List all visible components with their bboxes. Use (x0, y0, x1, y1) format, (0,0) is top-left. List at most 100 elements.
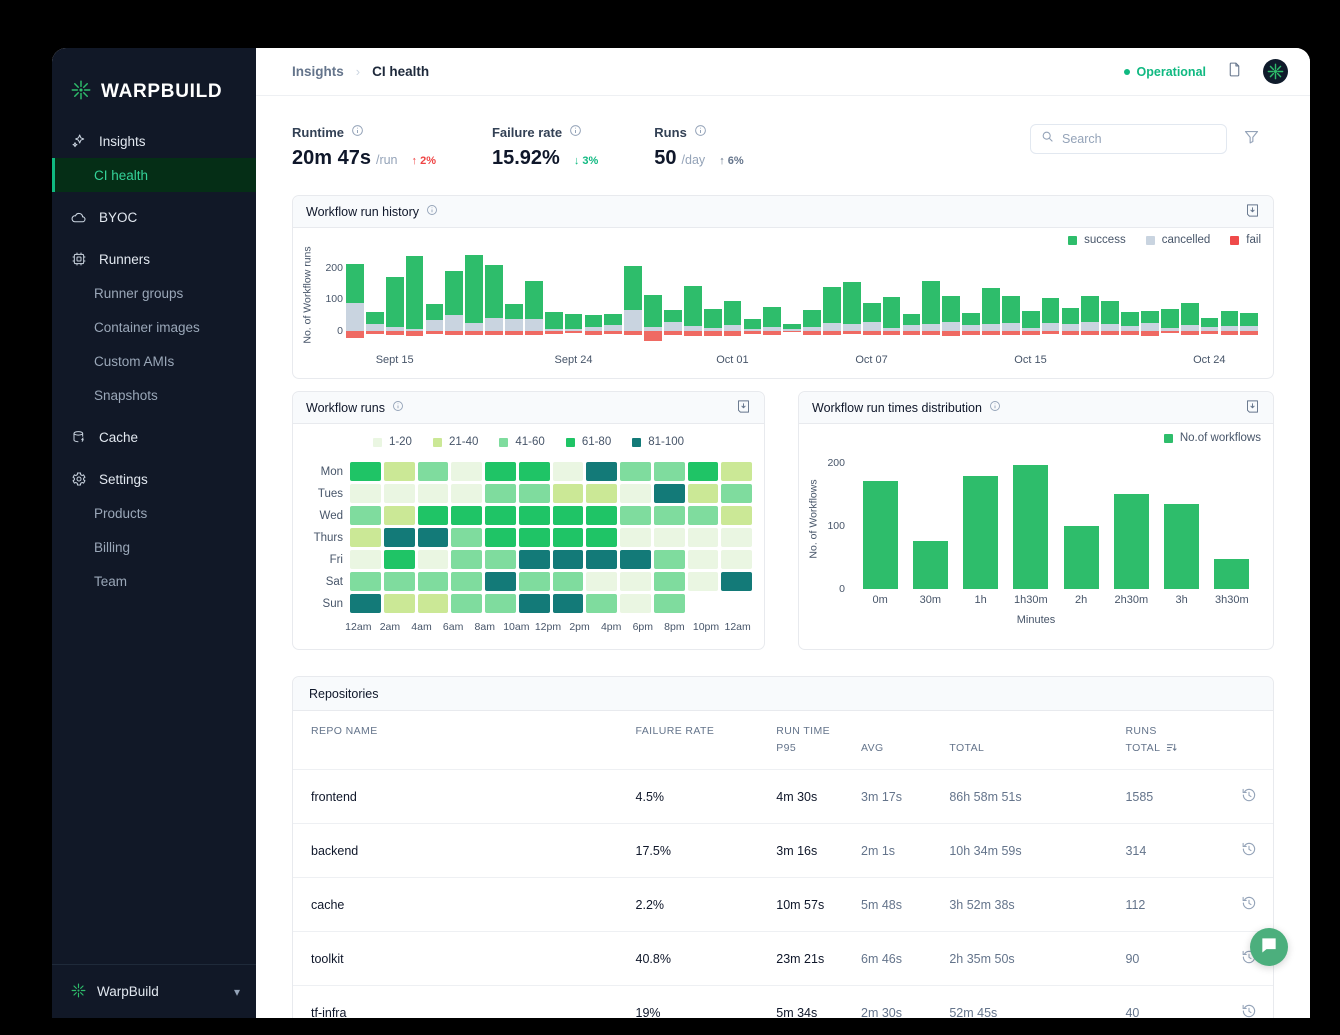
sidebar-item-team[interactable]: Team (52, 564, 256, 598)
history-bar[interactable] (643, 252, 663, 350)
history-bar[interactable] (743, 252, 763, 350)
heatmap-cell[interactable] (519, 550, 550, 569)
heatmap-cell[interactable] (384, 572, 415, 591)
history-bar[interactable] (1160, 252, 1180, 350)
info-icon[interactable] (426, 204, 438, 219)
heatmap-cell[interactable] (721, 572, 752, 591)
info-icon[interactable] (694, 124, 707, 140)
distribution-bar-column[interactable] (956, 454, 1006, 589)
sidebar-item-runner-groups[interactable]: Runner groups (52, 276, 256, 310)
info-icon[interactable] (351, 124, 364, 140)
heatmap-cell[interactable] (451, 572, 482, 591)
heatmap-cell[interactable] (586, 550, 617, 569)
filter-icon[interactable] (1243, 128, 1260, 150)
heatmap-cell[interactable] (418, 528, 449, 547)
heatmap-cell[interactable] (654, 594, 685, 613)
history-bar[interactable] (584, 252, 604, 350)
heatmap-cell[interactable] (451, 462, 482, 481)
history-bar[interactable] (1041, 252, 1061, 350)
heatmap-cell[interactable] (620, 572, 651, 591)
avatar[interactable] (1263, 59, 1288, 84)
heatmap-cell[interactable] (553, 594, 584, 613)
th-runs-total[interactable]: RUNS TOTAL (1125, 711, 1241, 770)
history-bar[interactable] (762, 252, 782, 350)
heatmap-cell[interactable] (519, 572, 550, 591)
breadcrumb-insights[interactable]: Insights (292, 64, 344, 79)
table-row[interactable]: tf-infra19%5m 34s2m 30s52m 45s40 (293, 986, 1273, 1019)
history-bar[interactable] (683, 252, 703, 350)
sidebar-item-container-images[interactable]: Container images (52, 310, 256, 344)
history-bar[interactable] (1120, 252, 1140, 350)
download-icon[interactable] (1245, 203, 1260, 221)
heatmap-cell[interactable] (519, 594, 550, 613)
heatmap-cell[interactable] (688, 506, 719, 525)
heatmap-cell[interactable] (451, 528, 482, 547)
heatmap-cell[interactable] (586, 462, 617, 481)
history-bar[interactable] (941, 252, 961, 350)
distribution-bar-column[interactable] (1207, 454, 1257, 589)
heatmap-cell[interactable] (384, 506, 415, 525)
table-row[interactable]: frontend4.5%4m 30s3m 17s86h 58m 51s1585 (293, 770, 1273, 824)
cell-repo-name[interactable]: frontend (293, 770, 636, 824)
sidebar-item-settings[interactable]: Settings (52, 462, 256, 496)
heatmap-cell[interactable] (721, 528, 752, 547)
heatmap-cell[interactable] (688, 572, 719, 591)
sidebar-item-runners[interactable]: Runners (52, 242, 256, 276)
heatmap-cell[interactable] (350, 572, 381, 591)
heatmap-cell[interactable] (553, 572, 584, 591)
history-bar[interactable] (464, 252, 484, 350)
heatmap-cell[interactable] (620, 462, 651, 481)
heatmap-cell[interactable] (350, 528, 381, 547)
heatmap-cell[interactable] (350, 506, 381, 525)
heatmap-cell[interactable] (384, 594, 415, 613)
heatmap-cell[interactable] (451, 484, 482, 503)
heatmap-cell[interactable] (586, 484, 617, 503)
heatmap-cell[interactable] (418, 462, 449, 481)
sidebar-item-byoc[interactable]: BYOC (52, 200, 256, 234)
heatmap-cell[interactable] (688, 528, 719, 547)
history-bar[interactable] (1021, 252, 1041, 350)
heatmap-cell[interactable] (384, 550, 415, 569)
heatmap-cell[interactable] (688, 484, 719, 503)
heatmap-cell[interactable] (384, 462, 415, 481)
history-bar[interactable] (703, 252, 723, 350)
distribution-bar-column[interactable] (855, 454, 905, 589)
heatmap-cell[interactable] (620, 528, 651, 547)
info-icon[interactable] (392, 400, 404, 415)
info-icon[interactable] (989, 400, 1001, 415)
history-bar[interactable] (425, 252, 445, 350)
history-bar[interactable] (1200, 252, 1220, 350)
history-bar[interactable] (1080, 252, 1100, 350)
heatmap-cell[interactable] (654, 528, 685, 547)
heatmap-cell[interactable] (586, 528, 617, 547)
history-bar[interactable] (1140, 252, 1160, 350)
distribution-bar-column[interactable] (905, 454, 955, 589)
document-icon[interactable] (1226, 61, 1243, 83)
heatmap-cell[interactable] (654, 572, 685, 591)
heatmap-cell[interactable] (688, 594, 719, 613)
sidebar-item-ci-health[interactable]: CI health (52, 158, 256, 192)
heatmap-cell[interactable] (451, 506, 482, 525)
org-switcher[interactable]: WarpBuild ▾ (52, 964, 256, 1018)
table-row[interactable]: cache2.2%10m 57s5m 48s3h 52m 38s112 (293, 878, 1273, 932)
history-bar[interactable] (1061, 252, 1081, 350)
heatmap-cell[interactable] (418, 550, 449, 569)
history-bar[interactable] (1180, 252, 1200, 350)
sidebar-item-custom-amis[interactable]: Custom AMIs (52, 344, 256, 378)
heatmap-cell[interactable] (418, 484, 449, 503)
history-bar[interactable] (961, 252, 981, 350)
distribution-bar-column[interactable] (1056, 454, 1106, 589)
history-bar[interactable] (842, 252, 862, 350)
heatmap-cell[interactable] (485, 550, 516, 569)
heatmap-cell[interactable] (721, 462, 752, 481)
heatmap-cell[interactable] (586, 506, 617, 525)
heatmap-cell[interactable] (350, 550, 381, 569)
history-bar[interactable] (603, 252, 623, 350)
history-bar[interactable] (981, 252, 1001, 350)
heatmap-cell[interactable] (654, 462, 685, 481)
heatmap-cell[interactable] (485, 462, 516, 481)
heatmap-cell[interactable] (553, 462, 584, 481)
heatmap-cell[interactable] (384, 484, 415, 503)
heatmap-cell[interactable] (519, 484, 550, 503)
heatmap-cell[interactable] (418, 506, 449, 525)
